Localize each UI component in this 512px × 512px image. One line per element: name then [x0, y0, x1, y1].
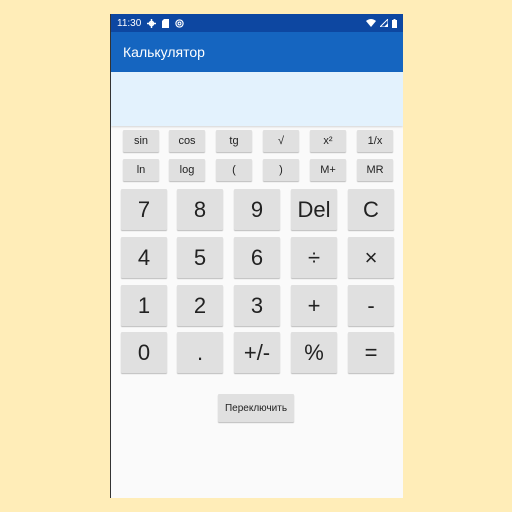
toggle-sign-button[interactable]: +/-: [234, 332, 280, 373]
sqrt-button[interactable]: √: [263, 130, 299, 152]
memory-add-button[interactable]: M+: [310, 159, 346, 181]
divide-button[interactable]: ÷: [291, 237, 337, 278]
digit-3-button[interactable]: 3: [234, 285, 280, 326]
square-button[interactable]: x²: [310, 130, 346, 152]
memory-recall-button[interactable]: MR: [357, 159, 393, 181]
subtract-button[interactable]: -: [348, 285, 394, 326]
close-paren-button[interactable]: ): [263, 159, 299, 181]
multiply-button[interactable]: ×: [348, 237, 394, 278]
clear-button[interactable]: C: [348, 189, 394, 230]
equals-button[interactable]: =: [348, 332, 394, 373]
status-time: 11:30: [117, 17, 142, 29]
app-title: Калькулятор: [123, 44, 205, 60]
decimal-button[interactable]: .: [177, 332, 223, 373]
sd-card-icon: [162, 18, 170, 28]
reciprocal-button[interactable]: 1/x: [357, 130, 393, 152]
phone-screen: 11:30 Калькулятор sin cos tg √ x² 1/x ln…: [110, 14, 403, 498]
percent-button[interactable]: %: [291, 332, 337, 373]
signal-icon: [380, 19, 388, 27]
ln-button[interactable]: ln: [123, 159, 159, 181]
battery-icon: [392, 18, 397, 28]
digit-4-button[interactable]: 4: [121, 237, 167, 278]
digit-8-button[interactable]: 8: [177, 189, 223, 230]
open-paren-button[interactable]: (: [216, 159, 252, 181]
cos-button[interactable]: cos: [169, 130, 205, 152]
delete-button[interactable]: Del: [291, 189, 337, 230]
add-button[interactable]: +: [291, 285, 337, 326]
at-sign-icon: [175, 18, 184, 28]
log-button[interactable]: log: [169, 159, 205, 181]
calculator-display: [111, 72, 403, 126]
digit-7-button[interactable]: 7: [121, 189, 167, 230]
settings-icon: [147, 18, 157, 28]
digit-5-button[interactable]: 5: [177, 237, 223, 278]
wifi-icon: [366, 19, 376, 27]
digit-9-button[interactable]: 9: [234, 189, 280, 230]
tg-button[interactable]: tg: [216, 130, 252, 152]
switch-mode-button[interactable]: Переключить: [218, 394, 294, 422]
digit-6-button[interactable]: 6: [234, 237, 280, 278]
app-bar: Калькулятор: [111, 32, 403, 72]
status-bar: 11:30: [111, 14, 403, 32]
sin-button[interactable]: sin: [123, 130, 159, 152]
digit-1-button[interactable]: 1: [121, 285, 167, 326]
digit-2-button[interactable]: 2: [177, 285, 223, 326]
digit-0-button[interactable]: 0: [121, 332, 167, 373]
